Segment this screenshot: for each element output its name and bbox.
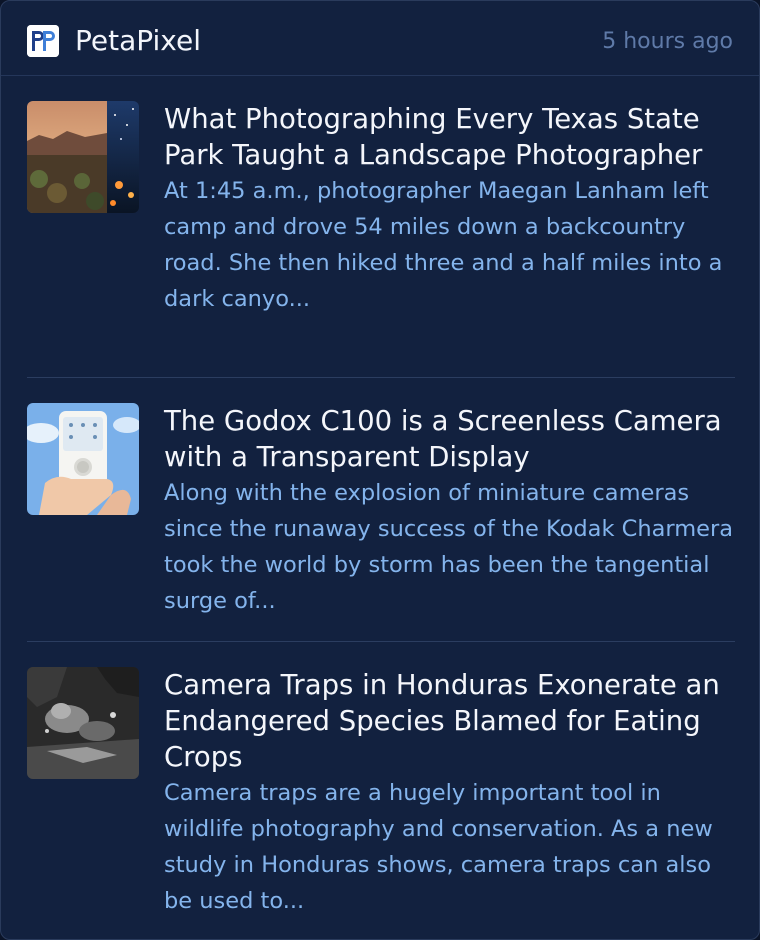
article-thumbnail[interactable]: [27, 667, 139, 779]
article-excerpt: Along with the explosion of miniature ca…: [164, 480, 734, 614]
article-excerpt: At 1:45 a.m., photographer Maegan Lanham…: [164, 178, 723, 312]
petapixel-logo-icon: [27, 25, 59, 57]
article-title[interactable]: Camera Traps in Honduras Exonerate an En…: [164, 667, 734, 775]
article-divider: [27, 641, 735, 642]
timestamp: 5 hours ago: [602, 29, 733, 54]
news-widget: PetaPixel 5 hours ago What Photographing…: [0, 0, 760, 940]
article-title[interactable]: What Photographing Every Texas State Par…: [164, 101, 734, 173]
article-thumbnail[interactable]: [27, 101, 139, 213]
article-thumbnail[interactable]: [27, 403, 139, 515]
article-excerpt: Camera traps are a hugely important tool…: [164, 780, 713, 914]
widget-header[interactable]: PetaPixel 5 hours ago: [1, 1, 759, 76]
article-divider: [27, 377, 735, 378]
site-name: PetaPixel: [75, 24, 202, 57]
article-title[interactable]: The Godox C100 is a Screenless Camera wi…: [164, 403, 734, 475]
